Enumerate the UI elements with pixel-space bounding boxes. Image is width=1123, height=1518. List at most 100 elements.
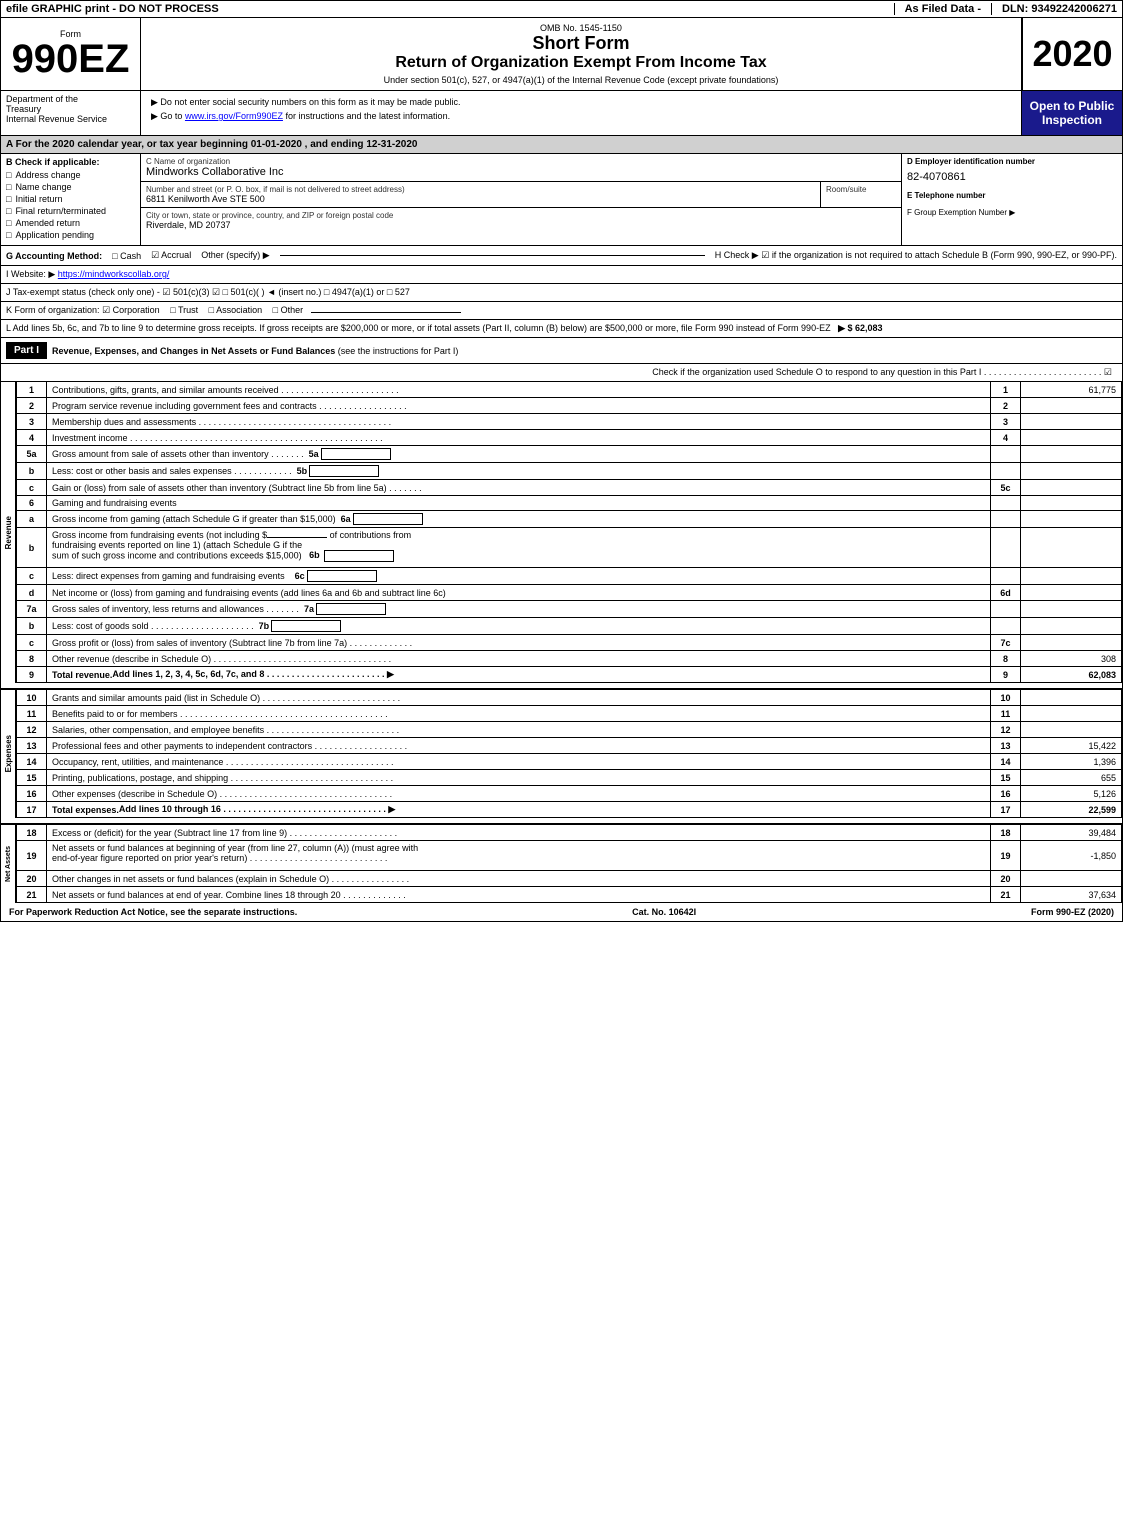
row-7c-num: c — [17, 635, 47, 650]
org-name-row: C Name of organization Mindworks Collabo… — [141, 154, 901, 182]
row-12: 12 Salaries, other compensation, and emp… — [16, 722, 1122, 738]
other-label: Other (specify) ▶ — [201, 250, 269, 261]
net-assets-side-label: Net Assets — [1, 825, 16, 903]
row-8-num: 8 — [17, 651, 47, 666]
row-20-num: 20 — [17, 871, 47, 886]
footer-center: Cat. No. 10642I — [632, 907, 696, 917]
city-value: Riverdale, MD 20737 — [146, 220, 896, 230]
footer-row: For Paperwork Reduction Act Notice, see … — [0, 903, 1123, 922]
row-7b: b Less: cost of goods sold . . . . . . .… — [16, 618, 1122, 635]
row-21-linenum: 21 — [991, 887, 1021, 902]
website-value[interactable]: https://mindworkscollab.org/ — [58, 269, 170, 279]
l-amount: ▶ $ 62,083 — [838, 323, 882, 333]
employer-id-label: D Employer identification number — [907, 157, 1117, 166]
row-1-label: Contributions, gifts, grants, and simila… — [47, 382, 991, 397]
h-section: H Check ▶ ☑ if the organization is not r… — [715, 250, 1117, 261]
room-label: Room/suite — [826, 185, 896, 194]
row-5b-num: b — [17, 463, 47, 479]
row-7b-value — [1021, 618, 1121, 634]
footer-right: Form 990-EZ (2020) — [1031, 907, 1114, 917]
employer-section: D Employer identification number 82-4070… — [902, 154, 1122, 245]
row-7b-linenum — [991, 618, 1021, 634]
org-room: Room/suite — [821, 182, 901, 207]
row-2-linenum: 2 — [991, 398, 1021, 413]
row-15-label: Printing, publications, postage, and shi… — [47, 770, 991, 785]
k-row: K Form of organization: ☑ Corporation □ … — [0, 302, 1123, 320]
row-9-label: Total revenue. Add lines 1, 2, 3, 4, 5c,… — [47, 667, 991, 682]
row-18: 18 Excess or (deficit) for the year (Sub… — [16, 825, 1122, 841]
row-7b-num: b — [17, 618, 47, 634]
main-header: Form 990EZ OMB No. 1545-1150 Short Form … — [0, 18, 1123, 91]
row-2: 2 Program service revenue including gove… — [16, 398, 1122, 414]
row-12-num: 12 — [17, 722, 47, 737]
open-to-public: Open to Public Inspection — [1022, 91, 1122, 135]
top-bar-left: efile GRAPHIC print - DO NOT PROCESS — [6, 3, 894, 15]
row-6a-linenum — [991, 511, 1021, 527]
row-6d-value — [1021, 585, 1121, 600]
row-5a-value — [1021, 446, 1121, 462]
irs-website-link[interactable]: www.irs.gov/Form990EZ — [185, 111, 283, 121]
row-18-value: 39,484 — [1021, 825, 1121, 840]
row-21-value: 37,634 — [1021, 887, 1121, 902]
row-9: 9 Total revenue. Add lines 1, 2, 3, 4, 5… — [16, 667, 1122, 683]
row-17-linenum: 17 — [991, 802, 1021, 817]
row-14-label: Occupancy, rent, utilities, and maintena… — [47, 754, 991, 769]
check-applicable: B Check if applicable: □Address change □… — [1, 154, 141, 245]
row-7c: c Gross profit or (loss) from sales of i… — [16, 635, 1122, 651]
tax-exempt-label: J Tax-exempt status — [6, 287, 86, 297]
row-6a: a Gross income from gaming (attach Sched… — [16, 511, 1122, 528]
row-6-text: Gaming and fundraising events — [47, 496, 991, 510]
check-amended-return: □Amended return — [6, 218, 135, 228]
row-5b: b Less: cost or other basis and sales ex… — [16, 463, 1122, 480]
row-11-value — [1021, 706, 1121, 721]
row-6a-value — [1021, 511, 1121, 527]
row-6d-label: Net income or (loss) from gaming and fun… — [47, 585, 991, 600]
org-address-main: Number and street (or P. O. box, if mail… — [141, 182, 821, 207]
ssn-instruction: ▶ Do not enter social security numbers o… — [151, 97, 1011, 108]
row-3-label: Membership dues and assessments . . . . … — [47, 414, 991, 429]
row-5c-linenum: 5c — [991, 480, 1021, 495]
employer-id-value: 82-4070861 — [907, 171, 1117, 183]
k-label: K Form of organization: — [6, 305, 100, 315]
top-bar-center: As Filed Data - — [894, 3, 992, 15]
row-7a-num: 7a — [17, 601, 47, 617]
row-5b-linenum — [991, 463, 1021, 479]
row-19: 19 Net assets or fund balances at beginn… — [16, 841, 1122, 871]
expenses-section: Expenses 10 Grants and similar amounts p… — [0, 689, 1123, 818]
row-2-num: 2 — [17, 398, 47, 413]
row-6-label: 6 Gaming and fundraising events — [16, 496, 1122, 511]
omb-number: OMB No. 1545-1150 — [146, 23, 1016, 33]
row-21-label: Net assets or fund balances at end of ye… — [47, 887, 991, 902]
row-6c: c Less: direct expenses from gaming and … — [16, 568, 1122, 585]
row-5a-linenum — [991, 446, 1021, 462]
schedule-o-row: Check if the organization used Schedule … — [0, 364, 1123, 382]
row-15: 15 Printing, publications, postage, and … — [16, 770, 1122, 786]
row-4-label: Investment income . . . . . . . . . . . … — [47, 430, 991, 445]
row-14: 14 Occupancy, rent, utilities, and maint… — [16, 754, 1122, 770]
row-6c-label: Less: direct expenses from gaming and fu… — [47, 568, 991, 584]
row-5b-value — [1021, 463, 1121, 479]
address-value: 6811 Kenilworth Ave STE 500 — [146, 194, 815, 204]
check-application-pending: □Application pending — [6, 230, 135, 240]
row-15-num: 15 — [17, 770, 47, 785]
row-10-label: Grants and similar amounts paid (list in… — [47, 690, 991, 705]
org-name-label: C Name of organization — [146, 157, 896, 166]
k-trust: □ Trust — [170, 305, 198, 315]
row-20-value — [1021, 871, 1121, 886]
check-address-change: □Address change — [6, 170, 135, 180]
row-3-value — [1021, 414, 1121, 429]
dept-line2: Treasury — [6, 104, 135, 114]
row-21-num: 21 — [17, 887, 47, 902]
row-12-label: Salaries, other compensation, and employ… — [47, 722, 991, 737]
row-6-num: 6 — [17, 496, 47, 510]
footer-left: For Paperwork Reduction Act Notice, see … — [9, 907, 297, 917]
row-16: 16 Other expenses (describe in Schedule … — [16, 786, 1122, 802]
revenue-side-label: Revenue — [1, 382, 16, 683]
row-18-linenum: 18 — [991, 825, 1021, 840]
row-13-value: 15,422 — [1021, 738, 1121, 753]
city-label: City or town, state or province, country… — [146, 211, 896, 220]
row-11-num: 11 — [17, 706, 47, 721]
expenses-rows: 10 Grants and similar amounts paid (list… — [16, 690, 1122, 818]
row-11-linenum: 11 — [991, 706, 1021, 721]
row-16-label: Other expenses (describe in Schedule O) … — [47, 786, 991, 801]
